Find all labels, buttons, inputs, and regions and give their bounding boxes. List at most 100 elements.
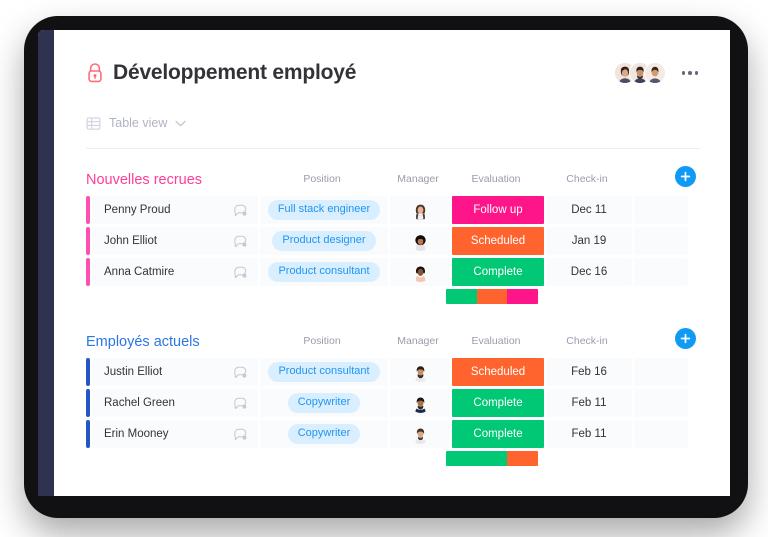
screenshot-root: Développement employé Table view Nouvell…	[0, 0, 768, 537]
column-header-checkin[interactable]: Check-in	[544, 173, 630, 185]
column-header-evaluation[interactable]: Evaluation	[450, 335, 542, 347]
chevron-down-icon[interactable]	[175, 120, 187, 127]
column-header-manager[interactable]: Manager	[388, 335, 448, 347]
row-name: Justin Elliot	[104, 366, 163, 378]
row-name: Erin Mooney	[104, 428, 169, 440]
cell-checkin[interactable]: Dec 11	[546, 196, 632, 224]
chat-bubble-icon[interactable]	[233, 265, 248, 280]
manager-avatar	[410, 393, 430, 413]
cell-manager[interactable]	[390, 389, 450, 417]
more-options-icon[interactable]	[680, 67, 701, 79]
summary-segment-complete	[446, 289, 477, 304]
cell-checkin[interactable]: Feb 16	[546, 358, 632, 386]
cell-evaluation[interactable]: Scheduled	[452, 227, 544, 255]
table-row[interactable]: Rachel Green Copywriter Complete Feb 11	[86, 389, 700, 417]
lock-icon	[88, 63, 102, 83]
row-color-indicator	[86, 389, 90, 417]
summary-segment-complete	[446, 451, 508, 466]
cell-evaluation[interactable]: Follow up	[452, 196, 544, 224]
evaluation-summary-bar[interactable]	[446, 451, 538, 466]
cell-name[interactable]: Erin Mooney	[92, 420, 258, 448]
cell-name[interactable]: John Elliot	[92, 227, 258, 255]
cell-empty[interactable]	[634, 389, 688, 417]
chat-bubble-icon[interactable]	[233, 365, 248, 380]
group-summary	[86, 289, 700, 311]
chat-bubble-icon[interactable]	[233, 203, 248, 218]
cell-empty[interactable]	[634, 196, 688, 224]
cell-checkin[interactable]: Feb 11	[546, 420, 632, 448]
cell-checkin[interactable]: Feb 11	[546, 389, 632, 417]
row-name: Anna Catmire	[104, 266, 175, 278]
status-badge: Scheduled	[452, 358, 544, 386]
evaluation-summary-bar[interactable]	[446, 289, 538, 304]
add-item-button[interactable]	[675, 166, 696, 187]
cell-manager[interactable]	[390, 227, 450, 255]
chat-bubble-icon[interactable]	[233, 427, 248, 442]
cell-position[interactable]: Product consultant	[260, 358, 388, 386]
plus-icon	[680, 171, 691, 182]
column-header-evaluation[interactable]: Evaluation	[450, 173, 542, 185]
table-row[interactable]: Penny Proud Full stack engineer Follow u…	[86, 196, 700, 224]
table-row[interactable]: Justin Elliot Product consultant Schedul…	[86, 358, 700, 386]
cell-empty[interactable]	[634, 227, 688, 255]
cell-empty[interactable]	[634, 258, 688, 286]
cell-manager[interactable]	[390, 196, 450, 224]
cell-manager[interactable]	[390, 358, 450, 386]
cell-empty[interactable]	[634, 358, 688, 386]
group-header: Nouvelles recrues Position Manager Evalu…	[86, 166, 700, 191]
checkin-date: Dec 16	[570, 266, 608, 278]
status-badge: Complete	[452, 389, 544, 417]
chat-bubble-icon[interactable]	[233, 234, 248, 249]
column-header-position[interactable]: Position	[258, 173, 386, 185]
status-badge: Scheduled	[452, 227, 544, 255]
group-rows: Penny Proud Full stack engineer Follow u…	[86, 196, 700, 311]
table-row[interactable]: Erin Mooney Copywriter Complete Feb 11	[86, 420, 700, 448]
cell-name[interactable]: Justin Elliot	[92, 358, 258, 386]
board-header: Développement employé	[86, 56, 700, 90]
left-nav-rail[interactable]	[38, 30, 54, 496]
group-title[interactable]: Nouvelles recrues	[86, 172, 202, 188]
add-item-button[interactable]	[675, 328, 696, 349]
cell-position[interactable]: Copywriter	[260, 420, 388, 448]
column-header-checkin[interactable]: Check-in	[544, 335, 630, 347]
column-header-position[interactable]: Position	[258, 335, 386, 347]
cell-position[interactable]: Full stack engineer	[260, 196, 388, 224]
summary-segment-scheduled	[476, 289, 508, 304]
cell-evaluation[interactable]: Scheduled	[452, 358, 544, 386]
row-name: John Elliot	[104, 235, 158, 247]
group-title[interactable]: Employés actuels	[86, 334, 200, 350]
collaborator-avatar-3[interactable]	[643, 62, 666, 84]
cell-empty[interactable]	[634, 420, 688, 448]
table-row[interactable]: Anna Catmire Product consultant Complete…	[86, 258, 700, 286]
table-row[interactable]: John Elliot Product designer Scheduled J…	[86, 227, 700, 255]
summary-spacer	[86, 451, 446, 473]
cell-checkin[interactable]: Dec 16	[546, 258, 632, 286]
row-color-indicator	[86, 420, 90, 448]
checkin-date: Dec 11	[571, 204, 607, 216]
cell-name[interactable]: Penny Proud	[92, 196, 258, 224]
collaborator-avatar-stack[interactable]	[613, 62, 666, 84]
cell-evaluation[interactable]: Complete	[452, 389, 544, 417]
cell-position[interactable]: Product designer	[260, 227, 388, 255]
group-nouvelles-recrues: Nouvelles recrues Position Manager Evalu…	[86, 166, 700, 311]
table-view-label[interactable]: Table view	[109, 116, 167, 130]
cell-manager[interactable]	[390, 420, 450, 448]
cell-name[interactable]: Rachel Green	[92, 389, 258, 417]
chat-bubble-icon[interactable]	[233, 396, 248, 411]
table-view-icon	[86, 116, 101, 130]
cell-checkin[interactable]: Jan 19	[546, 227, 632, 255]
cell-evaluation[interactable]: Complete	[452, 258, 544, 286]
cell-position[interactable]: Product consultant	[260, 258, 388, 286]
group-summary	[86, 451, 700, 473]
cell-evaluation[interactable]: Complete	[452, 420, 544, 448]
manager-avatar	[410, 231, 430, 251]
column-header-manager[interactable]: Manager	[388, 173, 448, 185]
position-pill: Product consultant	[268, 262, 380, 282]
row-color-indicator	[86, 227, 90, 255]
position-pill: Copywriter	[287, 424, 361, 444]
cell-manager[interactable]	[390, 258, 450, 286]
cell-position[interactable]: Copywriter	[260, 389, 388, 417]
cell-name[interactable]: Anna Catmire	[92, 258, 258, 286]
position-pill: Product designer	[272, 231, 376, 251]
board-toolbar: Table view	[86, 112, 700, 134]
